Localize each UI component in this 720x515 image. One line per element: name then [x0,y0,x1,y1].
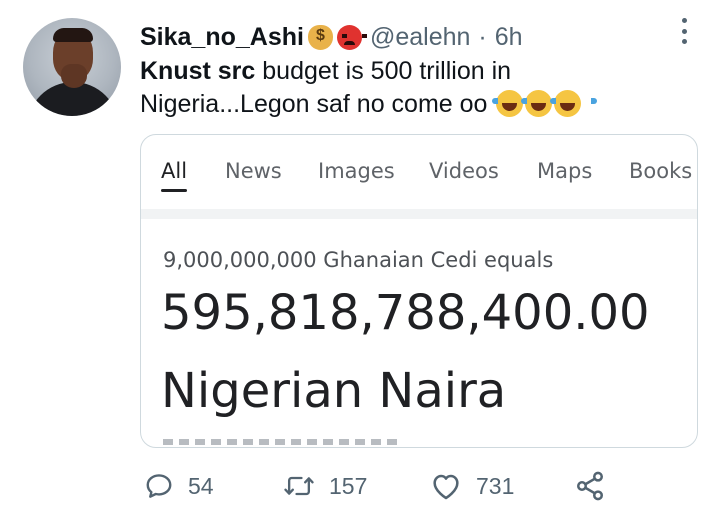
tweet[interactable]: Sika_no_Ashi @ealehn · 6h Knust src budg… [0,0,720,515]
tab-books[interactable]: Books [629,159,692,183]
tweet-text-line-1-rest: budget is 500 trillion in [255,57,512,85]
retweet-count: 157 [329,472,368,499]
like-count: 731 [476,472,515,499]
retweet-button[interactable]: 157 [283,468,367,504]
search-result-card[interactable]: All News Images Videos Maps Books 9,000,… [140,134,698,448]
tweet-actions: 54 157 731 [140,468,620,504]
tweet-text-bold: Knust src [140,57,256,85]
angry-face-icon [336,24,367,50]
share-button[interactable] [574,468,606,504]
tears-of-joy-icon [492,90,540,117]
like-button[interactable]: 731 [430,468,514,504]
tab-images[interactable]: Images [318,159,395,183]
more-options-icon[interactable] [677,18,691,44]
tabs-divider [141,209,697,219]
tears-of-joy-icon [521,90,569,117]
avatar-hair [53,28,93,42]
conversion-label: 9,000,000,000 Ghanaian Cedi equals [163,248,554,272]
author-name[interactable]: Sika_no_Ashi [140,23,304,52]
tab-all[interactable]: All [161,159,187,183]
conversion-currency: Nigerian Naira [161,363,507,419]
money-bag-icon [307,24,333,50]
conversion-value: 595,818,788,400.00 [161,285,650,341]
tears-of-joy-icon [550,90,598,117]
tweet-header: Sika_no_Ashi @ealehn · 6h [140,20,523,54]
header-separator: · [478,22,487,51]
reply-count: 54 [188,472,214,499]
tweet-text: Knust src budget is 500 trillion in Nige… [140,55,700,121]
avatar[interactable] [23,18,121,116]
search-tabs: All News Images Videos Maps Books [141,135,697,209]
reply-icon [144,471,174,501]
tab-news[interactable]: News [225,159,282,183]
reply-button[interactable]: 54 [144,468,214,504]
tweet-text-line-2-text: Nigeria...Legon saf no come oo [140,90,488,118]
tweet-text-line-2: Nigeria...Legon saf no come oo [140,88,700,121]
active-tab-indicator [161,189,187,192]
heart-icon [430,471,462,501]
author-handle[interactable]: @ealehn [370,23,470,52]
tab-videos[interactable]: Videos [429,159,499,183]
share-icon [574,470,606,502]
avatar-hand [61,64,87,88]
tweet-text-line-1: Knust src budget is 500 trillion in [140,55,700,88]
tab-maps[interactable]: Maps [537,159,592,183]
tweet-time[interactable]: 6h [495,23,523,52]
truncated-rate-text [163,439,403,445]
retweet-icon [283,471,315,501]
